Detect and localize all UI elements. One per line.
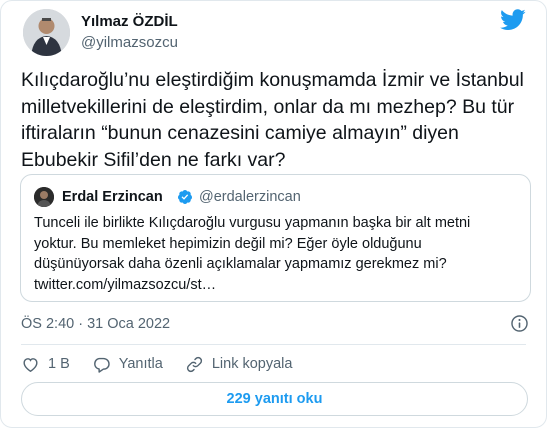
quoted-line: Tunceli ile birlikte Kılıçdaroğlu vurgus… — [34, 215, 471, 231]
quoted-line: yoktur. Bu memleket hepimizin değil mi? … — [34, 235, 422, 252]
quoted-line: düşünüyorsak daha özenli açıklamalar yap… — [34, 256, 447, 272]
read-replies-button[interactable]: 229 yanıtı oku — [21, 382, 528, 416]
quoted-link[interactable]: twitter.com/yilmazsozcu/st… — [34, 275, 524, 296]
reply-label: Yanıtla — [118, 356, 163, 372]
tweet-text: Kılıçdaroğlu’nu eleştirdiğim konuşmamda … — [21, 69, 524, 171]
tweet-actions: 1 B Yanıtla Link kopyala — [21, 353, 314, 375]
tweet-timestamp[interactable]: ÖS 2:40 · 31 Oca 2022 — [21, 316, 170, 332]
reply-button[interactable]: Yanıtla — [92, 355, 163, 374]
tweet-card: Yılmaz ÖZDİL @yilmazsozcu Kılıçdaroğlu’n… — [0, 0, 547, 428]
twitter-bird-icon[interactable] — [500, 9, 526, 31]
author-name[interactable]: Yılmaz ÖZDİL — [81, 13, 178, 30]
like-button[interactable]: 1 B — [21, 355, 70, 374]
author-avatar[interactable] — [23, 9, 70, 56]
like-count: 1 B — [48, 356, 70, 372]
copy-link-button[interactable]: Link kopyala — [185, 355, 293, 374]
quoted-tweet-text: Tunceli ile birlikte Kılıçdaroğlu vurgus… — [34, 213, 524, 295]
quoted-author-handle[interactable]: @erdalerzincan — [199, 189, 301, 205]
heart-icon — [23, 357, 38, 372]
quoted-author-name[interactable]: Erdal Erzincan — [62, 189, 163, 205]
quoted-author-avatar[interactable] — [34, 187, 54, 207]
link-icon — [186, 356, 202, 372]
verified-badge-icon — [177, 190, 192, 204]
quoted-tweet[interactable]: Erdal Erzincan @erdalerzincan Tunceli il… — [20, 174, 531, 302]
reply-icon — [93, 357, 110, 373]
divider — [21, 344, 526, 345]
info-icon[interactable] — [510, 314, 529, 333]
copy-link-label: Link kopyala — [211, 356, 293, 372]
author-handle[interactable]: @yilmazsozcu — [81, 34, 178, 51]
